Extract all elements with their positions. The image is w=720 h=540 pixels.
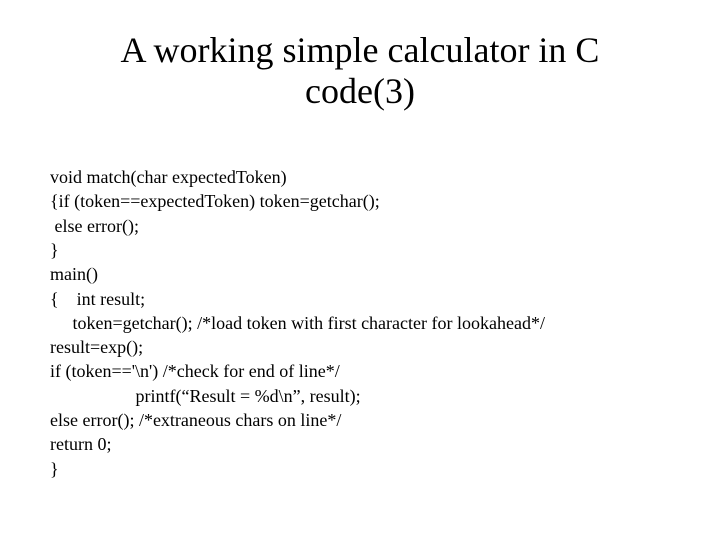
code-line: result=exp(); (50, 337, 143, 357)
title-line-2: code(3) (305, 71, 415, 111)
code-line: printf(“Result = %d\n”, result); (50, 386, 361, 406)
code-line: {if (token==expectedToken) token=getchar… (50, 191, 380, 211)
code-line: void match(char expectedToken) (50, 167, 287, 187)
code-line: } (50, 240, 59, 260)
code-line: if (token=='\n') /*check for end of line… (50, 361, 340, 381)
code-line: token=getchar(); /*load token with first… (50, 313, 545, 333)
slide-title: A working simple calculator in C code(3) (50, 30, 670, 113)
code-line: else error(); /*extraneous chars on line… (50, 410, 341, 430)
code-block: void match(char expectedToken) {if (toke… (50, 141, 670, 505)
code-line: { int result; (50, 289, 145, 309)
code-line: } (50, 459, 59, 479)
title-line-1: A working simple calculator in C (121, 30, 600, 70)
code-line: main() (50, 264, 98, 284)
slide: A working simple calculator in C code(3)… (0, 0, 720, 540)
code-line: else error(); (50, 216, 139, 236)
code-line: return 0; (50, 434, 111, 454)
